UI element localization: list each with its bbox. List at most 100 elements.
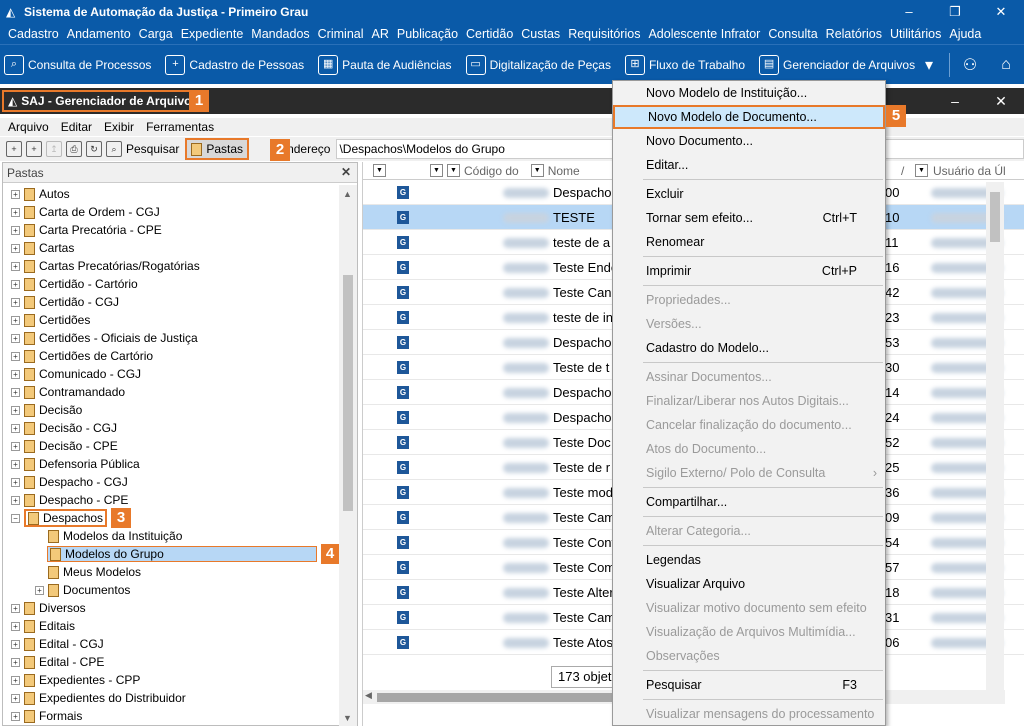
expand-icon[interactable]: +: [11, 279, 20, 289]
folder-item-modelos-da-instituicao[interactable]: Modelos da Instituição: [3, 527, 339, 545]
folder-item-edital-cgj[interactable]: + Edital - CGJ: [3, 635, 339, 653]
expand-icon[interactable]: +: [11, 243, 20, 253]
menu-requisitorios[interactable]: Requisitórios: [564, 27, 644, 41]
scroll-left-icon[interactable]: ◀: [365, 690, 372, 701]
cadastro-pessoas-button[interactable]: + Cadastro de Pessoas: [165, 54, 304, 75]
folder-item-carta-precatoria-cpe[interactable]: + Carta Precatória - CPE: [3, 221, 339, 239]
column-filter-icon[interactable]: ▼: [447, 164, 460, 177]
refresh-icon[interactable]: ↻: [86, 141, 102, 157]
expand-icon[interactable]: +: [11, 297, 20, 307]
folder-item-carta-de-ordem-cgj[interactable]: + Carta de Ordem - CGJ: [3, 203, 339, 221]
close-icon[interactable]: ✕: [978, 0, 1024, 24]
expand-icon[interactable]: +: [35, 585, 44, 595]
consulta-processos-button[interactable]: ⌕ Consulta de Processos: [4, 54, 151, 75]
expand-icon[interactable]: +: [11, 405, 20, 415]
expand-icon[interactable]: +: [11, 387, 20, 397]
menu-ajuda[interactable]: Ajuda: [945, 27, 985, 41]
folder-item-expedientes-do-distribuidor[interactable]: + Expedientes do Distribuidor: [3, 689, 339, 707]
column-nome[interactable]: Nome: [548, 164, 580, 178]
menu-utilitarios[interactable]: Utilitários: [886, 27, 945, 41]
folder-item-editais[interactable]: + Editais: [3, 617, 339, 635]
folder-item-diversos[interactable]: + Diversos: [3, 599, 339, 617]
folder-item-contramandado[interactable]: + Contramandado: [3, 383, 339, 401]
folder-item-cartas-precatorias-rogatorias[interactable]: + Cartas Precatórias/Rogatórias: [3, 257, 339, 275]
child-minimize-icon[interactable]: –: [932, 88, 978, 114]
expand-icon[interactable]: +: [11, 189, 20, 199]
folder-item-certidoes[interactable]: + Certidões: [3, 311, 339, 329]
pauta-audiencias-button[interactable]: ▦ Pauta de Audiências: [318, 54, 452, 75]
column-filter-icon[interactable]: ▼: [915, 164, 928, 177]
fluxo-trabalho-button[interactable]: ⊞ Fluxo de Trabalho: [624, 54, 745, 75]
scrollbar-thumb[interactable]: [990, 192, 1000, 242]
folder-item-decisao-cgj[interactable]: + Decisão - CGJ: [3, 419, 339, 437]
folder-item-defensoria-publica[interactable]: + Defensoria Pública: [3, 455, 339, 473]
context-item-tornar-sem-efeito[interactable]: Tornar sem efeito... Ctrl+T: [613, 206, 885, 230]
folder-item-certidoes-oficiais-de-justica[interactable]: + Certidões - Oficiais de Justiça: [3, 329, 339, 347]
expand-icon[interactable]: +: [11, 459, 20, 469]
menu-carga[interactable]: Carga: [135, 27, 177, 41]
expand-icon[interactable]: +: [11, 261, 20, 271]
menu-ar[interactable]: AR: [368, 27, 393, 41]
folder-item-formais[interactable]: + Formais: [3, 707, 339, 725]
expand-icon[interactable]: +: [11, 333, 20, 343]
context-item-novo-modelo-de-documento[interactable]: Novo Modelo de Documento...: [613, 105, 885, 129]
folder-item-modelos-do-grupo[interactable]: Modelos do Grupo 4: [3, 544, 339, 564]
folder-item-meus-modelos[interactable]: Meus Modelos: [3, 563, 339, 581]
expand-icon[interactable]: +: [11, 351, 20, 361]
context-item-imprimir[interactable]: Imprimir Ctrl+P: [613, 259, 885, 283]
scroll-down-icon[interactable]: ▼: [343, 713, 352, 723]
menu-relatorios[interactable]: Relatórios: [822, 27, 886, 41]
folder-item-despacho-cgj[interactable]: + Despacho - CGJ: [3, 473, 339, 491]
context-item-editar[interactable]: Editar...: [613, 153, 885, 177]
expand-icon[interactable]: +: [11, 603, 20, 613]
expand-icon[interactable]: +: [11, 441, 20, 451]
column-codigo[interactable]: Código do: [464, 164, 519, 178]
context-item-novo-modelo-de-instituicao[interactable]: Novo Modelo de Instituição...: [613, 81, 885, 105]
expand-icon[interactable]: +: [11, 693, 20, 703]
folder-item-despacho-cpe[interactable]: + Despacho - CPE: [3, 491, 339, 509]
folder-item-certidoes-de-cartorio[interactable]: + Certidões de Cartório: [3, 347, 339, 365]
restore-icon[interactable]: ❐: [932, 0, 978, 24]
expand-icon[interactable]: +: [11, 621, 20, 631]
pastas-button[interactable]: Pastas: [185, 138, 250, 160]
folder-item-autos[interactable]: + Autos: [3, 185, 339, 203]
column-filter-icon[interactable]: ▼: [530, 164, 544, 177]
context-item-pesquisar[interactable]: Pesquisar F3: [613, 673, 885, 697]
folder-item-cartas[interactable]: + Cartas: [3, 239, 339, 257]
expand-icon[interactable]: +: [11, 315, 20, 325]
menu-adolescente-infrator[interactable]: Adolescente Infrator: [644, 27, 764, 41]
menu-cadastro[interactable]: Cadastro: [4, 27, 63, 41]
close-panel-icon[interactable]: ✕: [341, 165, 351, 179]
column-filter-icon[interactable]: ▼: [430, 164, 443, 177]
search-icon[interactable]: ⌕: [106, 141, 122, 157]
folder-item-expedientes-cpp[interactable]: + Expedientes - CPP: [3, 671, 339, 689]
context-item-renomear[interactable]: Renomear: [613, 230, 885, 254]
menu-criminal[interactable]: Criminal: [314, 27, 368, 41]
chevron-down-icon[interactable]: ▾: [911, 55, 947, 75]
menu-consulta[interactable]: Consulta: [764, 27, 821, 41]
menu-publicacao[interactable]: Publicação: [393, 27, 462, 41]
file-list-vscroll[interactable]: [986, 182, 1004, 690]
digitalizacao-pecas-button[interactable]: ▭ Digitalização de Peças: [465, 54, 611, 75]
context-item-novo-documento[interactable]: Novo Documento...: [613, 129, 885, 153]
folder-tree-scrollbar[interactable]: ▲ ▼: [339, 185, 357, 726]
folder-item-edital-cpe[interactable]: + Edital - CPE: [3, 653, 339, 671]
folder-item-despachos[interactable]: − Despachos 3: [3, 508, 339, 528]
gerenciador-arquivos-button[interactable]: ▤ Gerenciador de Arquivos: [759, 54, 915, 75]
new-file-copy-icon[interactable]: +: [26, 141, 42, 157]
folder-item-decisao[interactable]: + Decisão: [3, 401, 339, 419]
expand-icon[interactable]: +: [11, 675, 20, 685]
menu-certidao[interactable]: Certidão: [462, 27, 517, 41]
expand-icon[interactable]: +: [11, 207, 20, 217]
folder-item-certidao-cgj[interactable]: + Certidão - CGJ: [3, 293, 339, 311]
expand-icon[interactable]: +: [11, 225, 20, 235]
menu-editar[interactable]: Editar: [61, 120, 92, 134]
expand-icon[interactable]: +: [11, 657, 20, 667]
folder-item-decisao-cpe[interactable]: + Decisão - CPE: [3, 437, 339, 455]
menu-custas[interactable]: Custas: [517, 27, 564, 41]
column-usuario[interactable]: Usuário da Úl: [933, 164, 1006, 178]
context-item-cadastro-do-modelo[interactable]: Cadastro do Modelo...: [613, 336, 885, 360]
context-item-legendas[interactable]: Legendas: [613, 548, 885, 572]
context-item-excluir[interactable]: Excluir: [613, 182, 885, 206]
home-icon[interactable]: ⌂: [988, 56, 1024, 74]
